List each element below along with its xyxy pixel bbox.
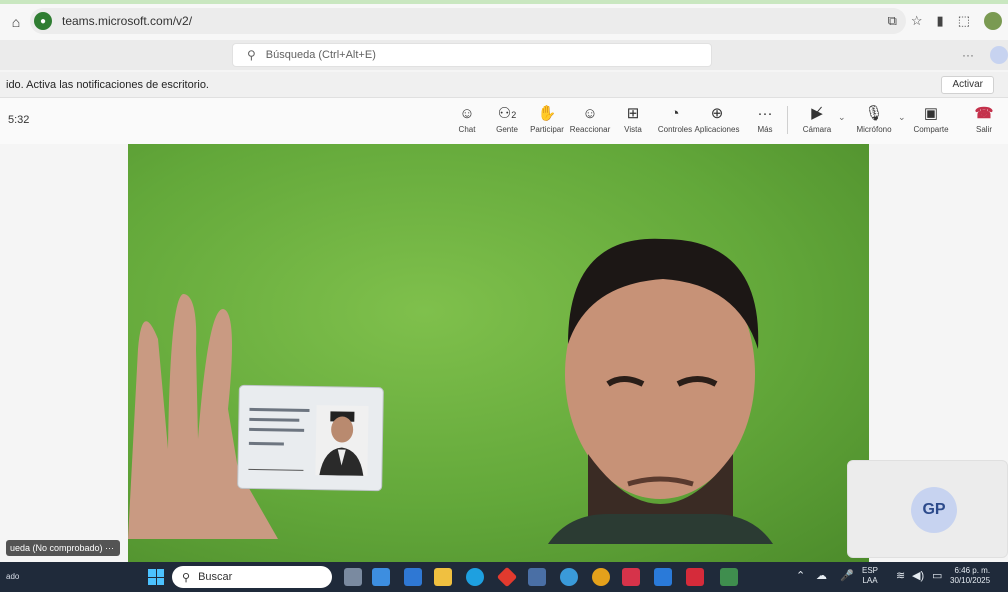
edge-browser-icon[interactable] xyxy=(466,568,484,586)
more-options-icon[interactable]: ··· xyxy=(962,48,974,62)
screen-share-icon[interactable]: ⧉ xyxy=(888,13,897,29)
profile-avatar[interactable] xyxy=(984,12,1002,30)
language-code: ESP xyxy=(862,566,879,575)
id-photo xyxy=(315,405,369,476)
taskbar-left-text: ado xyxy=(6,572,20,581)
share-button[interactable]: ▣ Comparte xyxy=(904,104,958,134)
windows-start-icon[interactable] xyxy=(148,569,164,585)
onedrive-icon[interactable]: ☁ xyxy=(816,569,827,582)
wps-office-icon[interactable] xyxy=(686,568,704,586)
language-indicator[interactable]: ESP LAA xyxy=(862,566,878,586)
mic-button[interactable]: 🎙 Micrófono xyxy=(847,104,901,134)
add-apps-icon: ⊕ xyxy=(710,105,724,122)
browser-address-bar: ⌂ ● teams.microsoft.com/v2/ ⧉ ☆ ▮ ⬚ xyxy=(0,4,1008,40)
app-green-icon[interactable] xyxy=(720,568,738,586)
teams-search-input[interactable]: ⚲ Búsqueda (Ctrl+Alt+E) xyxy=(232,43,712,67)
share-label: Comparte xyxy=(913,125,949,134)
store-icon[interactable] xyxy=(654,568,672,586)
more-icon: ··· xyxy=(757,105,773,122)
security-app-icon[interactable] xyxy=(622,568,640,586)
apps-label: Aplicaciones xyxy=(694,125,740,134)
camera-label: Cámara xyxy=(802,125,832,134)
self-avatar: GP xyxy=(911,487,957,533)
tray-chevron-icon[interactable]: ⌃ xyxy=(796,569,805,582)
more-label: Más xyxy=(757,125,773,134)
id-card-image xyxy=(237,384,384,492)
chrome-icon[interactable] xyxy=(592,568,610,586)
participant-video[interactable] xyxy=(128,144,869,562)
camera-off-icon: ▶̸ xyxy=(811,105,823,122)
chrome-canary-icon[interactable] xyxy=(560,568,578,586)
home-icon[interactable]: ⌂ xyxy=(6,14,26,30)
system-clock[interactable]: 6:46 p. m. 30/10/2025 xyxy=(950,566,990,586)
volume-icon[interactable]: ◀) xyxy=(912,569,924,582)
browser-action-icons: ⧉ ☆ ▮ ⬚ xyxy=(888,12,1002,30)
self-video-tile[interactable]: GP xyxy=(847,460,1008,558)
windows-taskbar: ado ⚲ Buscar ⌃ ☁ 🎤 ESP LAA ≋ ◀) ▭ 6:46 p… xyxy=(0,562,1008,592)
favorite-star-icon[interactable]: ☆ xyxy=(911,13,923,29)
copilot-icon[interactable] xyxy=(404,568,422,586)
wifi-icon[interactable]: ≋ xyxy=(896,569,905,582)
apps-button[interactable]: ⊕ Aplicaciones xyxy=(690,104,744,134)
clock-date: 30/10/2025 xyxy=(950,576,991,585)
camera-options-chevron-icon[interactable]: ⌄ xyxy=(838,112,846,123)
notification-message: ido. Activa las notificaciones de escrit… xyxy=(6,78,209,91)
url-text: teams.microsoft.com/v2/ xyxy=(62,14,193,28)
taskbar-search-input[interactable]: ⚲ Buscar xyxy=(172,566,332,588)
extensions-icon[interactable]: ⬚ xyxy=(958,13,970,29)
teams-title-bar: ⚲ Búsqueda (Ctrl+Alt+E) ··· xyxy=(0,40,1008,70)
mic-label: Micrófono xyxy=(856,125,892,134)
more-button[interactable]: ··· Más xyxy=(738,104,792,134)
file-explorer-icon[interactable] xyxy=(434,568,452,586)
meeting-toolbar: 5:32 ☺ Chat ⚇2 Gente ✋ Participar ☺ Reac… xyxy=(0,98,1008,144)
microphone-icon: 🎙 xyxy=(864,105,884,122)
share-screen-icon: ▣ xyxy=(923,105,939,122)
task-view-icon[interactable] xyxy=(344,568,362,586)
app-diamond-icon[interactable] xyxy=(496,566,518,588)
participant-face-image xyxy=(548,238,773,544)
leave-label: Salir xyxy=(975,125,992,134)
search-icon: ⚲ xyxy=(182,571,191,584)
search-icon: ⚲ xyxy=(247,48,256,62)
user-avatar[interactable] xyxy=(990,46,1008,64)
taskbar-search-label: Buscar xyxy=(198,571,233,583)
participant-name-tag[interactable]: ueda (No comprobado) ··· xyxy=(6,540,121,556)
clock-time: 6:46 p. m. xyxy=(954,566,991,575)
calculator-icon[interactable] xyxy=(528,568,546,586)
url-field[interactable]: ● teams.microsoft.com/v2/ xyxy=(30,8,906,34)
search-placeholder: Búsqueda (Ctrl+Alt+E) xyxy=(265,49,376,61)
participants-count: 2 xyxy=(511,110,517,120)
camera-button[interactable]: ▶̸ Cámara xyxy=(790,104,844,134)
hang-up-icon: ☎ xyxy=(974,105,994,122)
activate-notifications-button[interactable]: Activar xyxy=(941,76,994,94)
site-security-icon[interactable]: ● xyxy=(34,12,52,30)
leave-button[interactable]: ☎ Salir xyxy=(957,104,1008,134)
notification-banner: ido. Activa las notificaciones de escrit… xyxy=(0,72,1008,98)
meeting-timer: 5:32 xyxy=(8,114,30,126)
meeting-stage: ueda (No comprobado) ··· GP xyxy=(0,144,1008,562)
toolbar-divider xyxy=(787,106,788,134)
battery-icon[interactable]: ▭ xyxy=(932,569,942,582)
tray-mic-icon[interactable]: 🎤 xyxy=(840,569,854,582)
widgets-icon[interactable] xyxy=(372,568,390,586)
keyboard-layout: LAA xyxy=(862,576,878,585)
reading-list-icon[interactable]: ▮ xyxy=(937,13,944,29)
